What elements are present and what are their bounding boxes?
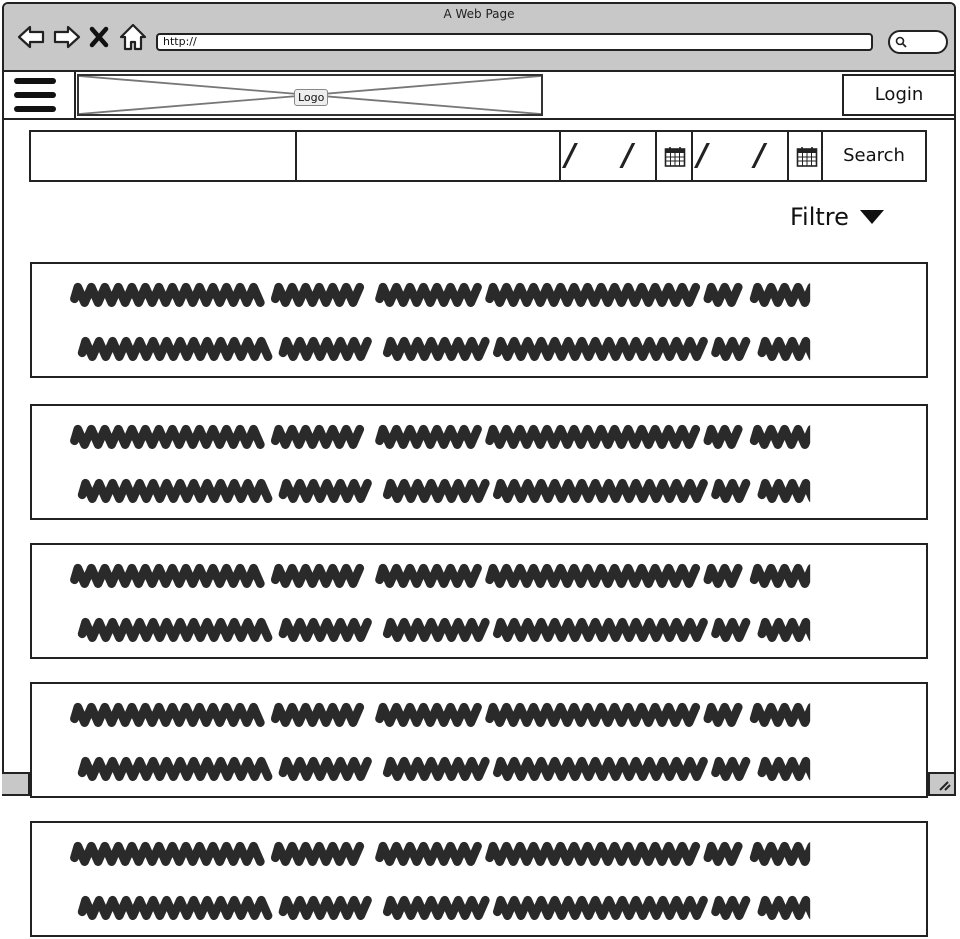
scribble-word [270,841,365,866]
scribble-word [493,895,708,921]
scribble-word [77,617,273,643]
scribble-word [485,424,701,449]
scribble-word [70,424,265,449]
scribble-word [711,336,751,362]
scribble-word [493,336,708,362]
window-title: A Web Page [443,7,515,21]
scribble-word [749,702,823,727]
scribble-word [711,478,751,504]
calendar-icon[interactable] [657,132,693,180]
browser-chrome: A Web Page http:// [4,4,954,72]
browser-window: A Web Page http:// Logo Login [2,2,956,796]
result-card[interactable] [30,543,928,659]
scribble-word [270,424,365,449]
scribble-word [278,895,372,921]
logo[interactable]: Logo [77,74,543,116]
scribble-word [77,756,273,782]
login-button[interactable]: Login [842,74,954,116]
scribble-word [70,702,265,727]
scribble-word [70,563,265,588]
scribble-word [375,841,482,866]
filter-dropdown[interactable]: Filtre [790,203,885,231]
start-date-input[interactable]: / / [561,132,657,180]
calendar-icon[interactable] [789,132,823,180]
scribble-word [278,478,372,504]
scribble-word [703,841,743,866]
scribble-word [493,617,708,643]
scribble-word [382,478,490,504]
scribble-word [375,424,482,449]
hamburger-icon[interactable] [4,72,76,118]
scribble-word [485,563,701,588]
scribble-word [485,702,701,727]
search-button[interactable]: Search [823,132,925,180]
scribble-word [703,282,743,307]
home-icon[interactable] [118,22,148,52]
scribble-word [485,282,701,307]
browser-search-field[interactable] [888,30,948,54]
logo-label: Logo [294,89,329,106]
scribble-word [749,841,823,866]
close-icon[interactable] [88,22,110,52]
scribble-word [278,617,372,643]
placeholder-text [70,545,913,657]
scribble-word [270,702,365,727]
scribble-word [711,895,751,921]
scribble-word [493,478,708,504]
scribble-word [375,282,482,307]
scribble-word [270,282,365,307]
scribble-word [711,617,751,643]
result-card[interactable] [30,821,928,937]
scribble-word [711,756,751,782]
placeholder-text [70,264,913,376]
address-bar[interactable]: http:// [156,33,873,51]
scribble-word [493,756,708,782]
scribble-word [382,336,490,362]
triangle-down-icon [859,210,884,224]
scribble-word [77,895,273,921]
placeholder-text [70,406,913,518]
scribble-word [749,282,823,307]
scribble-word [703,424,743,449]
scribble-word [270,563,365,588]
result-card[interactable] [30,262,928,378]
scribble-word [703,563,743,588]
scribble-word [382,895,490,921]
scribble-word [703,702,743,727]
resize-grip-icon[interactable] [928,772,954,794]
result-card[interactable] [30,682,928,798]
window-bottom-left [2,772,30,794]
placeholder-text [70,684,913,796]
magnifier-icon [895,36,907,48]
scribble-word [70,841,265,866]
filter-label: Filtre [790,203,849,231]
scribble-word [77,336,273,362]
scribble-word [70,282,265,307]
scribble-word [382,617,490,643]
scribble-word [278,756,372,782]
scribble-word [485,841,701,866]
search-input-1[interactable] [31,132,297,180]
scribble-word [749,563,823,588]
scribble-word [375,702,482,727]
end-date-input[interactable]: / / [693,132,789,180]
search-form: / / / / Search [29,130,927,182]
scribble-word [382,756,490,782]
result-card[interactable] [30,404,928,520]
placeholder-text [70,823,913,935]
scribble-word [278,336,372,362]
scribble-word [77,478,273,504]
arrow-right-icon[interactable] [52,22,82,52]
site-header: Logo Login [4,72,954,120]
search-input-2[interactable] [297,132,561,180]
arrow-left-icon[interactable] [16,22,46,52]
scribble-word [375,563,482,588]
scribble-word [749,424,823,449]
